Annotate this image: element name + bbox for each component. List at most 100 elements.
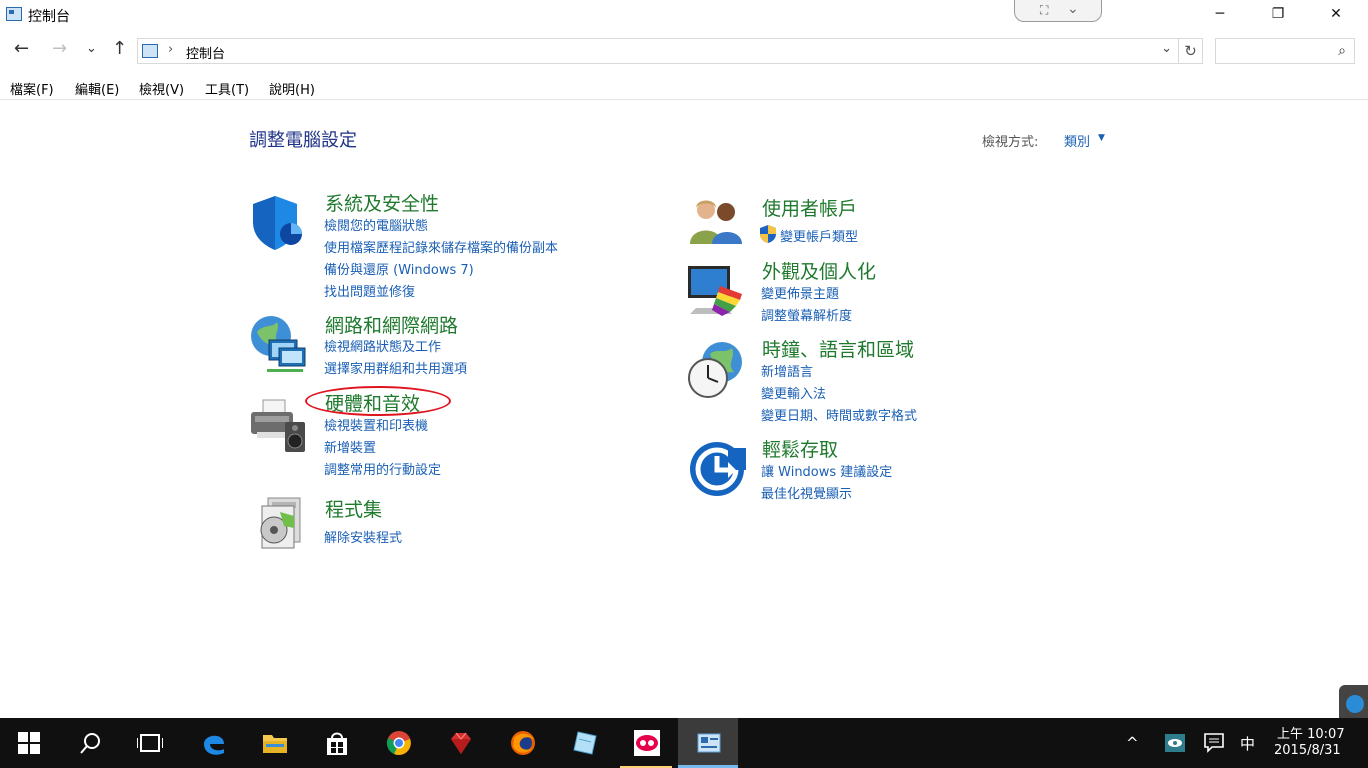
minimize-button[interactable]: ─	[1191, 0, 1249, 30]
link-network-status[interactable]: 檢視網路狀態及工作	[324, 336, 441, 355]
refresh-button[interactable]: ↻	[1178, 39, 1202, 63]
chevron-down-icon[interactable]: ⌄	[1067, 1, 1079, 17]
users-icon[interactable]	[688, 196, 746, 246]
search-icon	[80, 733, 100, 754]
link-review-computer-status[interactable]: 檢閱您的電腦狀態	[324, 215, 428, 234]
link-backup-restore[interactable]: 備份與還原 (Windows 7)	[324, 259, 474, 278]
link-optimize-visual-display[interactable]: 最佳化視覺顯示	[761, 483, 852, 502]
action-center-icon[interactable]	[1204, 733, 1224, 753]
category-title-appearance[interactable]: 外觀及個人化	[762, 257, 876, 284]
title-bar: 控制台 ⛶ ⌄ ─ ❐ ✕	[0, 0, 1368, 30]
window-title: 控制台	[28, 9, 70, 25]
address-dropdown-button[interactable]: ⌄	[1161, 41, 1172, 56]
category-title-clock-language-region[interactable]: 時鐘、語言和區域	[762, 335, 914, 362]
control-panel-icon	[6, 7, 22, 21]
windows-logo-icon	[18, 732, 40, 754]
chrome-icon	[386, 731, 411, 755]
close-button[interactable]: ✕	[1307, 0, 1365, 30]
fullscreen-icon[interactable]: ⛶	[1040, 3, 1048, 18]
link-devices-printers[interactable]: 檢視裝置和印表機	[324, 415, 428, 434]
menu-view[interactable]: 檢視(V)	[139, 79, 184, 98]
uac-shield-icon	[760, 225, 776, 243]
firefox-icon	[511, 731, 535, 755]
printer-speaker-icon[interactable]	[249, 396, 309, 456]
link-screen-resolution[interactable]: 調整螢幕解析度	[761, 305, 852, 324]
breadcrumb-separator[interactable]: ›	[168, 42, 173, 57]
ruby-gem-icon	[451, 732, 471, 754]
link-add-language[interactable]: 新增語言	[761, 361, 813, 380]
taskbar: ^ 中 上午 10:07 2015/8/31	[0, 718, 1368, 768]
start-button[interactable]	[0, 718, 60, 768]
task-view-icon	[137, 734, 163, 752]
link-homegroup-sharing[interactable]: 選擇家用群組和共用選項	[324, 358, 467, 377]
folder-icon	[263, 735, 287, 753]
link-file-history-backup[interactable]: 使用檔案歷程記錄來儲存檔案的備份副本	[324, 237, 558, 256]
input-method-indicator[interactable]: 中	[1240, 733, 1255, 754]
menu-edit[interactable]: 編輯(E)	[75, 79, 119, 98]
view-by-dropdown[interactable]: 類別	[1064, 131, 1090, 150]
taskbar-file-explorer[interactable]	[244, 718, 304, 768]
taskbar-gem-app[interactable]	[430, 718, 490, 768]
search-button[interactable]	[60, 718, 120, 768]
taskbar-eol-app[interactable]	[616, 718, 676, 768]
link-change-input-method[interactable]: 變更輸入法	[761, 383, 826, 402]
programs-disc-icon[interactable]	[254, 496, 306, 550]
page-title: 調整電腦設定	[249, 130, 357, 151]
link-change-date-format[interactable]: 變更日期、時間或數字格式	[761, 405, 917, 424]
category-title-network-internet[interactable]: 網路和網際網路	[325, 311, 458, 338]
link-mobility-settings[interactable]: 調整常用的行動設定	[324, 459, 441, 478]
address-bar[interactable]: › 控制台 ⌄ ↻	[137, 38, 1203, 64]
remote-session-handle[interactable]: ⛶ ⌄	[1014, 0, 1102, 22]
network-globe-icon[interactable]	[249, 314, 309, 374]
link-change-theme[interactable]: 變更佈景主題	[761, 283, 839, 302]
view-by-label: 檢視方式:	[982, 135, 1039, 150]
taskbar-notes-app[interactable]	[554, 718, 614, 768]
monitor-palette-icon[interactable]	[686, 264, 746, 320]
menu-help[interactable]: 說明(H)	[269, 79, 315, 98]
shield-icon[interactable]	[249, 192, 309, 252]
back-button[interactable]: ←	[14, 38, 29, 59]
control-panel-icon	[142, 44, 158, 58]
link-change-account-type[interactable]: 變更帳戶類型	[780, 226, 858, 245]
control-panel-content: 調整電腦設定 檢視方式: 類別 ▼ 系統及安全性 檢閱您的電腦狀態 使用檔案歷程…	[0, 100, 1368, 747]
breadcrumb-control-panel[interactable]: 控制台	[186, 43, 225, 62]
highlight-annotation	[305, 386, 451, 416]
caret-down-icon[interactable]: ▼	[1098, 133, 1105, 143]
up-button[interactable]: ↑	[112, 38, 127, 59]
store-bag-icon	[327, 732, 347, 755]
recent-locations-button[interactable]: ⌄	[86, 41, 97, 56]
teamviewer-icon	[1346, 695, 1364, 713]
taskbar-chrome[interactable]	[368, 718, 428, 768]
search-input[interactable]: ⌕	[1215, 38, 1355, 64]
ease-of-access-icon[interactable]	[688, 440, 746, 498]
notepad-icon	[573, 731, 597, 755]
eol-logo-icon	[634, 730, 660, 756]
clock-time[interactable]: 上午 10:07	[1277, 723, 1345, 742]
control-panel-icon	[697, 733, 721, 753]
task-view-button[interactable]	[120, 718, 180, 768]
taskbar-firefox[interactable]	[492, 718, 552, 768]
category-title-system-security[interactable]: 系統及安全性	[325, 189, 439, 216]
forward-button[interactable]: →	[52, 38, 67, 59]
category-title-programs[interactable]: 程式集	[325, 495, 382, 522]
navigation-bar: ← → ⌄ ↑ › 控制台 ⌄ ↻ ⌕	[0, 30, 1368, 70]
taskbar-control-panel[interactable]	[678, 718, 738, 768]
category-title-ease-of-access[interactable]: 輕鬆存取	[762, 435, 838, 462]
menu-bar: 檔案(F) 編輯(E) 檢視(V) 工具(T) 說明(H)	[0, 74, 1368, 100]
restore-button[interactable]: ❐	[1249, 0, 1307, 30]
link-uninstall-program[interactable]: 解除安裝程式	[324, 527, 402, 546]
category-title-user-accounts[interactable]: 使用者帳戶	[762, 194, 857, 221]
link-windows-suggest-settings[interactable]: 讓 Windows 建議設定	[761, 461, 892, 480]
clock-date[interactable]: 2015/8/31	[1274, 743, 1341, 758]
link-add-device[interactable]: 新增裝置	[324, 437, 376, 456]
taskbar-edge[interactable]	[183, 718, 243, 768]
show-hidden-icons-button[interactable]: ^	[1126, 734, 1139, 752]
edge-icon	[204, 735, 224, 755]
clock-globe-icon[interactable]	[686, 340, 746, 400]
teamviewer-tray-icon[interactable]	[1165, 734, 1185, 752]
menu-file[interactable]: 檔案(F)	[10, 79, 54, 98]
link-troubleshoot[interactable]: 找出問題並修復	[324, 281, 415, 300]
search-icon[interactable]: ⌕	[1338, 43, 1346, 59]
taskbar-store[interactable]	[306, 718, 366, 768]
menu-tools[interactable]: 工具(T)	[205, 79, 249, 98]
